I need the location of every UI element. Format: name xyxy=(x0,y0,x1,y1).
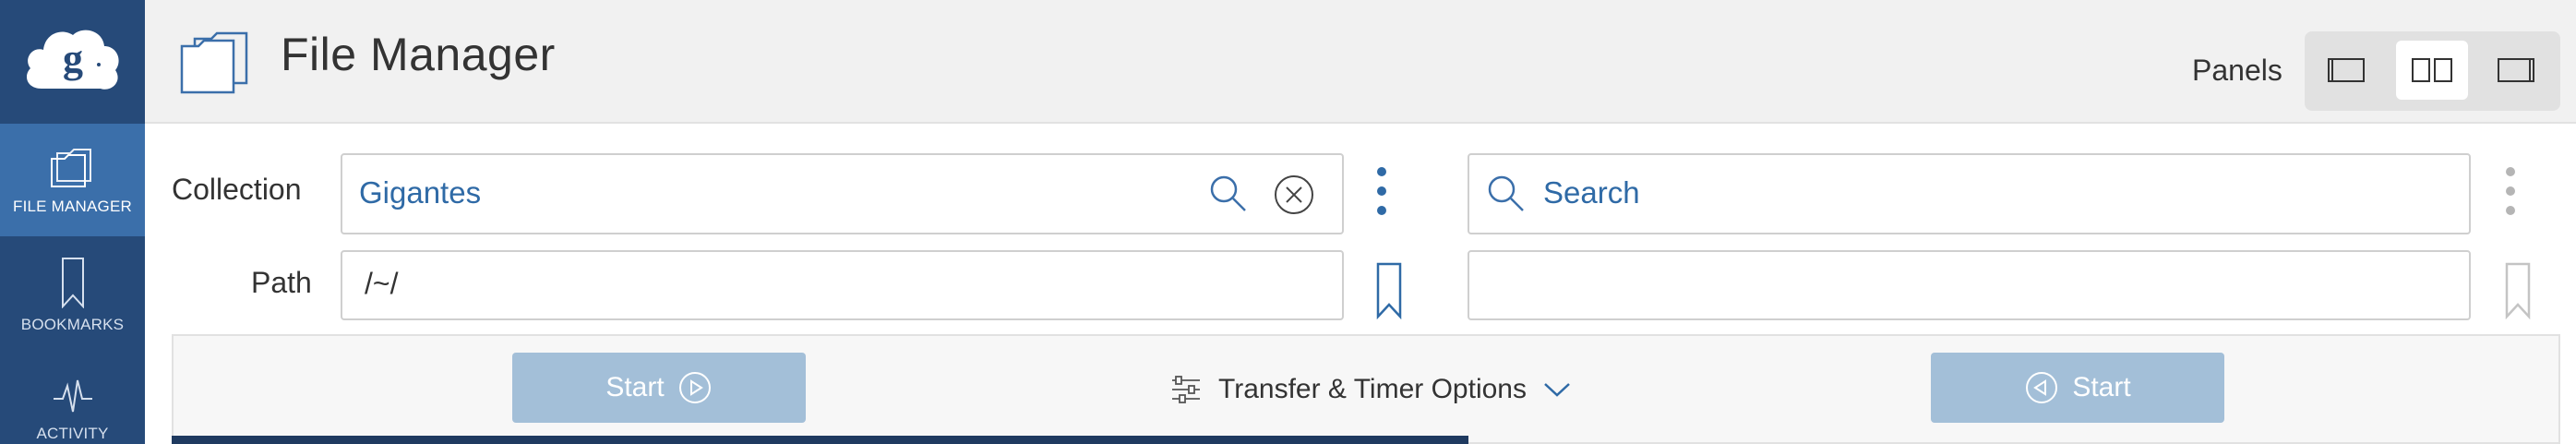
right-path-input[interactable] xyxy=(1468,250,2471,320)
start-transfer-left-button[interactable]: Start xyxy=(512,353,806,423)
transfer-bar: Start Transfer & Timer Options Start xyxy=(172,334,2560,444)
chevron-down-icon xyxy=(1544,383,1570,397)
activity-icon xyxy=(53,379,92,413)
transfer-options-label: Transfer & Timer Options xyxy=(1218,374,1527,404)
single-panel-icon xyxy=(2328,58,2365,82)
folder-icon xyxy=(50,149,91,187)
collection-input[interactable]: Gigantes xyxy=(341,153,1344,234)
bookmark-icon[interactable] xyxy=(2504,262,2532,319)
start-label: Start xyxy=(2072,372,2131,402)
search-icon xyxy=(1488,175,1524,211)
collection-value: Gigantes xyxy=(359,175,482,210)
left-panel-tab-indicator xyxy=(172,436,1468,444)
sidebar: g FILE MANAGER BOOKMARKS ACTIVITY xyxy=(0,0,145,444)
play-right-icon xyxy=(678,372,711,403)
start-label: Start xyxy=(605,372,665,402)
right-panel-button[interactable] xyxy=(2480,41,2552,100)
path-input[interactable]: /~/ xyxy=(341,250,1344,320)
sidebar-item-label: ACTIVITY xyxy=(36,425,109,442)
dual-panel-icon xyxy=(2412,58,2452,82)
collection-label: Collection xyxy=(172,173,302,206)
header: File Manager Panels xyxy=(145,0,2576,124)
play-left-icon xyxy=(2026,372,2058,403)
single-panel-button[interactable] xyxy=(2310,41,2382,100)
right-collection-search-input[interactable]: Search xyxy=(1468,153,2471,234)
search-placeholder: Search xyxy=(1543,175,1640,210)
sidebar-item-bookmarks[interactable]: BOOKMARKS xyxy=(0,236,145,349)
panels-toggle-group xyxy=(2305,31,2560,111)
transfer-timer-options-toggle[interactable]: Transfer & Timer Options xyxy=(1170,369,1571,410)
path-label: Path xyxy=(251,266,312,299)
bookmark-icon[interactable] xyxy=(1375,262,1403,319)
right-panel-icon xyxy=(2498,58,2534,82)
sidebar-item-label: BOOKMARKS xyxy=(20,316,125,333)
sidebar-item-activity[interactable]: ACTIVITY xyxy=(0,349,145,444)
bookmark-icon xyxy=(61,258,84,308)
sidebar-item-label: FILE MANAGER xyxy=(13,198,132,215)
path-value: /~/ xyxy=(365,267,399,300)
more-options-icon[interactable] xyxy=(1375,164,1388,218)
globus-logo[interactable]: g xyxy=(0,0,145,124)
sliders-icon xyxy=(1172,376,1200,403)
svg-text:g: g xyxy=(63,36,83,81)
search-icon[interactable] xyxy=(1208,174,1249,214)
more-options-icon[interactable] xyxy=(2504,164,2517,218)
globus-logo-icon: g xyxy=(26,30,119,90)
panels-label: Panels xyxy=(2192,54,2282,87)
clear-icon[interactable] xyxy=(1273,174,1315,216)
page-title: File Manager xyxy=(281,29,556,80)
start-transfer-right-button[interactable]: Start xyxy=(1931,353,2224,423)
folder-icon xyxy=(180,31,248,94)
dual-panel-button[interactable] xyxy=(2396,41,2468,100)
sidebar-item-file-manager[interactable]: FILE MANAGER xyxy=(0,124,145,236)
